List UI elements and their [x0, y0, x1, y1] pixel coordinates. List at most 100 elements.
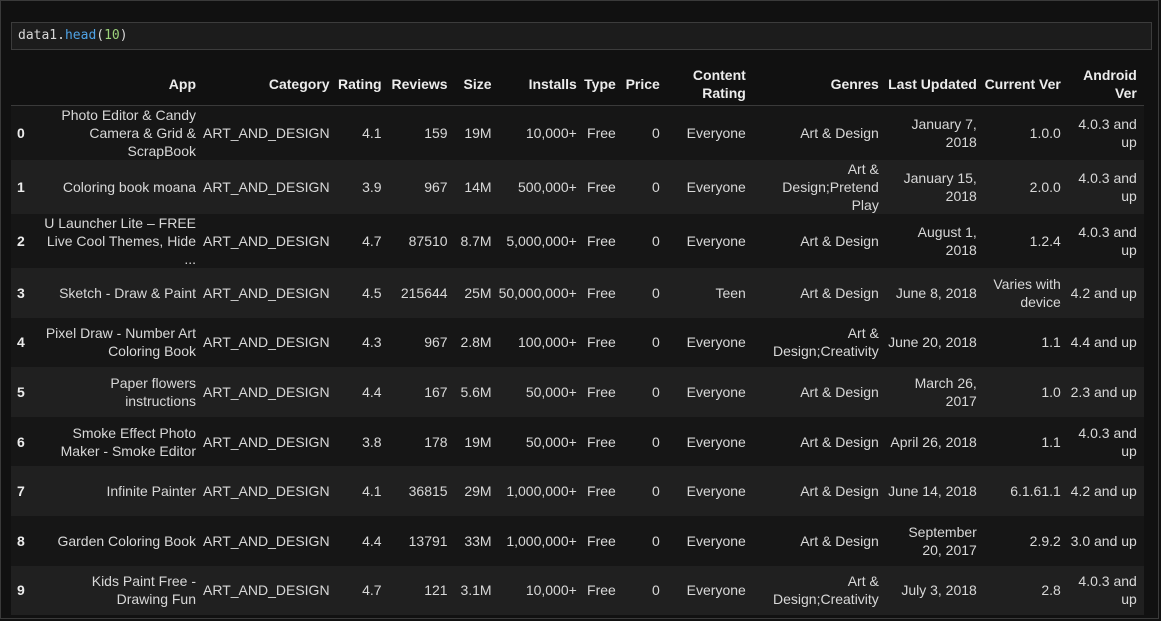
table-cell: 1,000,000+	[506, 483, 577, 500]
table-cell: 2.9.2	[1029, 532, 1061, 549]
table-cell: 2.8M	[460, 334, 492, 351]
table-row: 1 Coloring book moana ART_AND_DESIGN 3.9 967…	[11, 160, 1144, 214]
table-cell: Everyone	[686, 334, 746, 351]
table-cell: 13791	[408, 532, 448, 549]
table-cell: Everyone	[686, 233, 746, 249]
table-cell: Everyone	[686, 125, 746, 141]
table-cell: 1.2.4	[1029, 233, 1061, 249]
code-argument: 10	[104, 28, 120, 43]
table-cell: Art & Design	[800, 383, 879, 400]
table-cell: ART_AND_DESIGN	[203, 179, 330, 195]
table-cell: ART_AND_DESIGN	[203, 532, 330, 549]
table-cell: 4.2 and up	[1070, 284, 1137, 301]
table-cell: Infinite Painter	[40, 466, 203, 516]
row-index: 1	[17, 179, 25, 195]
table-cell: ART_AND_DESIGN	[203, 125, 330, 141]
row-index: 5	[17, 383, 25, 400]
table-cell: 4.0.3 and up	[1078, 116, 1137, 150]
table-cell: June 14, 2018	[888, 483, 977, 500]
table-cell: Paper flowers instructions	[40, 367, 203, 417]
table-cell: 1.0	[1041, 383, 1061, 400]
code-cell-input[interactable]: data1.head(10)	[11, 22, 1152, 50]
table-cell: Everyone	[686, 483, 746, 500]
table-cell: 50,000,000+	[498, 284, 577, 301]
table-cell: 10,000+	[525, 125, 577, 141]
table-cell: 4.0.3 and up	[1078, 170, 1137, 204]
table-cell: Free	[587, 383, 616, 400]
table-cell: Free	[587, 483, 616, 500]
table-cell: ART_AND_DESIGN	[203, 334, 330, 351]
app-name-text: Paper flowers instructions	[110, 374, 196, 409]
code-dot: .	[57, 28, 65, 43]
table-cell: 159	[424, 125, 448, 141]
table-cell: 4.5	[362, 284, 382, 301]
table-cell: July 3, 2018	[901, 582, 977, 599]
table-cell: 4.1	[362, 125, 382, 141]
table-cell: 167	[424, 383, 448, 400]
table-cell: 500,000+	[518, 179, 577, 195]
table-cell: April 26, 2018	[890, 433, 977, 450]
table-cell: 50,000+	[525, 433, 577, 450]
table-cell: 4.2 and up	[1070, 483, 1137, 500]
row-index: 2	[17, 233, 25, 249]
table-cell: ART_AND_DESIGN	[203, 284, 330, 301]
table-cell: 0	[652, 582, 660, 599]
table-cell: 0	[652, 179, 660, 195]
table-cell: 0	[652, 125, 660, 141]
app-name-text: Kids Paint Free - Drawing Fun	[91, 573, 196, 608]
table-row: 5 Paper flowers instructions ART_AND_DESIG…	[11, 367, 1144, 417]
table-cell: 19M	[464, 125, 492, 141]
table-cell: 215644	[400, 284, 448, 301]
table-cell: Everyone	[686, 433, 746, 450]
table-cell: Pixel Draw - Number Art Coloring Book	[40, 318, 203, 368]
row-index: 4	[17, 334, 25, 351]
table-cell: January 7, 2018	[911, 116, 977, 150]
table-cell: 4.1	[362, 483, 382, 500]
code-open-paren: (	[96, 28, 105, 43]
table-cell: 5,000,000+	[506, 233, 577, 249]
table-cell: Kids Paint Free - Drawing Fun	[40, 566, 203, 616]
table-cell: 5.6M	[460, 383, 492, 400]
table-cell: 1.1	[1041, 433, 1061, 450]
row-index: 9	[17, 582, 25, 599]
row-index: 0	[17, 125, 25, 141]
column-header: Type	[583, 62, 623, 106]
app-name-text: Photo Editor & Candy Camera & Grid & Scr…	[61, 107, 196, 159]
index-header	[11, 62, 40, 106]
table-cell: 29M	[464, 483, 492, 500]
table-cell: 0	[652, 334, 660, 351]
table-cell: 4.4 and up	[1070, 334, 1137, 351]
table-row: 0 Photo Editor & Candy Camera & Grid & Sc…	[11, 105, 1144, 160]
header-row: App Category Rating Reviews Size Install…	[11, 62, 1144, 106]
table-cell: 1.1	[1041, 334, 1061, 351]
table-cell: 1,000,000+	[506, 532, 577, 549]
column-header: Reviews	[388, 62, 455, 106]
table-cell: Varies with device	[993, 275, 1061, 310]
table-cell: 121	[424, 582, 448, 599]
table-cell: 19M	[464, 433, 492, 450]
table-cell: Free	[587, 433, 616, 450]
column-header: App	[40, 62, 203, 106]
column-header: Rating	[336, 62, 389, 106]
table-cell: Smoke Effect Photo Maker - Smoke Editor	[40, 417, 203, 467]
table-cell: Art & Design	[800, 532, 879, 549]
table-cell: 967	[424, 179, 448, 195]
table-cell: Art & Design	[800, 483, 879, 500]
table-row: 4 Pixel Draw - Number Art Coloring Book AR…	[11, 317, 1144, 368]
table-cell: 14M	[464, 179, 492, 195]
column-header: Price	[622, 62, 667, 106]
table-row: 9 Kids Paint Free - Drawing Fun ART_AND_DE…	[11, 565, 1144, 616]
app-name-text: Garden Coloring Book	[57, 532, 196, 549]
table-cell: 0	[652, 233, 660, 249]
app-name-text: Pixel Draw - Number Art Coloring Book	[45, 325, 196, 360]
column-header: Installs	[498, 62, 584, 106]
column-header: Genres	[752, 62, 886, 106]
column-header: Android Ver	[1067, 62, 1144, 106]
table-cell: 0	[652, 483, 660, 500]
app-name-text: U Launcher Lite – FREE Live Cool Themes,…	[44, 215, 196, 267]
app-name-text: Infinite Painter	[106, 483, 197, 500]
table-row: 3 Sketch - Draw & Paint ART_AND_DESIGN 4.5 2…	[11, 268, 1144, 318]
dataframe-output-table: App Category Rating Reviews Size Install…	[11, 62, 1144, 616]
table-cell: 36815	[408, 483, 448, 500]
column-header: Current Ver	[983, 62, 1068, 106]
